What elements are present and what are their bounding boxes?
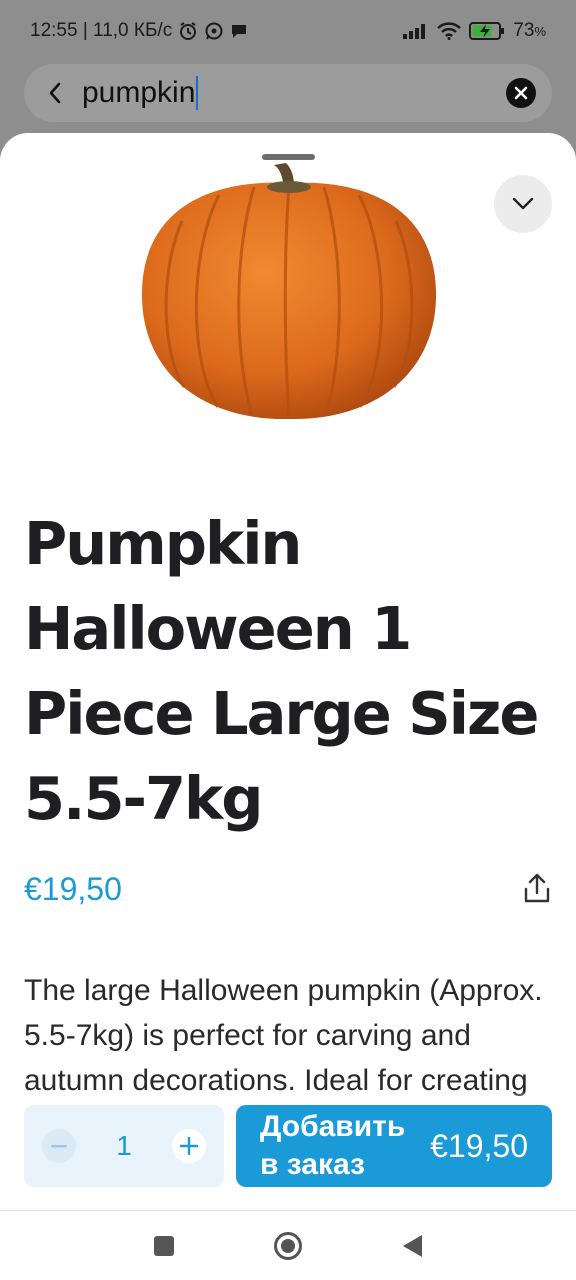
add-to-order-price: €19,50 [430,1127,528,1164]
quantity-stepper: 1 [24,1105,224,1187]
whatsapp-icon [204,21,224,41]
plus-icon [179,1137,198,1155]
chat-icon [230,22,248,40]
increase-button[interactable] [171,1129,206,1163]
product-price: €19,50 [24,871,122,907]
screen: 12:55 | 11,0 КБ/с 73% pumpkin Pumpkin Ha… [0,0,576,1280]
signal-icon [403,23,429,39]
product-title: Pumpkin Halloween 1 Piece Large Size 5.5… [24,501,564,841]
product-title-line: 5.5-7kg [24,764,264,833]
square-icon [154,1236,174,1256]
alarm-icon [178,21,198,41]
search-bar[interactable]: pumpkin [24,64,552,122]
quantity-value: 1 [116,1130,132,1161]
product-title-line: Halloween 1 [24,594,412,663]
add-to-order-label: Добавить в заказ [260,1110,406,1181]
product-title-line: Pumpkin [24,509,302,578]
battery-charging-icon [469,21,505,41]
decrease-button[interactable] [42,1129,76,1163]
status-time: 12:55 | 11,0 КБ/с [30,20,173,41]
back-arrow-icon[interactable] [42,80,68,106]
battery-percent-unit: % [534,24,546,39]
home-button[interactable] [273,1231,303,1261]
status-right: 73% [403,20,546,42]
chevron-down-icon [512,197,534,210]
recent-apps-button[interactable] [151,1233,177,1259]
collapse-button[interactable] [494,175,552,233]
home-circle-icon [274,1232,302,1260]
add-to-order-button[interactable]: Добавить в заказ €19,50 [236,1105,552,1187]
share-icon[interactable] [522,873,552,905]
clear-icon[interactable] [506,78,536,108]
triangle-back-icon [403,1235,422,1257]
search-query: pumpkin [82,76,196,109]
minus-icon [51,1145,67,1148]
battery-percent: 73% [513,20,546,41]
back-button[interactable] [399,1233,425,1259]
product-sheet: Pumpkin Halloween 1 Piece Large Size 5.5… [0,133,576,1210]
wifi-icon [437,22,462,40]
status-left: 12:55 | 11,0 КБ/с [30,20,248,42]
product-title-line: Piece Large Size [24,679,539,748]
text-caret [196,76,199,110]
search-input[interactable]: pumpkin [82,76,506,110]
system-nav-bar [0,1210,576,1280]
status-bar: 12:55 | 11,0 КБ/с 73% [0,0,576,62]
drag-handle[interactable] [262,154,315,160]
product-image [141,163,437,420]
